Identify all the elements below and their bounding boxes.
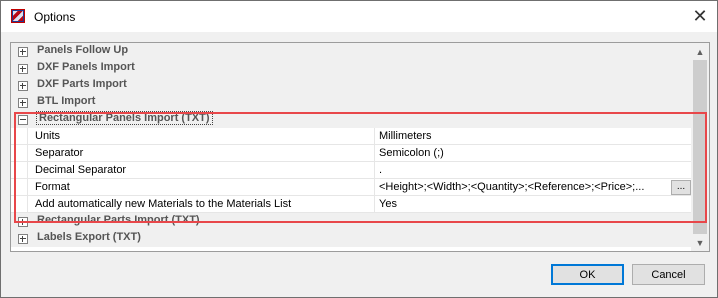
expand-icon[interactable] bbox=[18, 234, 28, 244]
grid-content: Panels Follow Up DXF Panels Import DXF P… bbox=[11, 43, 691, 251]
scrollbar-thumb[interactable] bbox=[693, 60, 707, 234]
property-name: Format bbox=[35, 181, 70, 193]
expand-icon[interactable] bbox=[18, 64, 28, 74]
expand-icon[interactable] bbox=[18, 81, 28, 91]
property-value[interactable]: Semicolon (;) bbox=[379, 147, 685, 159]
category-rectangular-parts-import[interactable]: Rectangular Parts Import (TXT) bbox=[11, 213, 691, 230]
category-dxf-panels-import[interactable]: DXF Panels Import bbox=[11, 60, 691, 77]
property-name: Add automatically new Materials to the M… bbox=[35, 198, 292, 210]
scroll-down-arrow-icon[interactable]: ▼ bbox=[691, 234, 709, 251]
category-btl-import[interactable]: BTL Import bbox=[11, 94, 691, 111]
category-label: Rectangular Parts Import (TXT) bbox=[37, 214, 200, 226]
close-icon[interactable]: ✕ bbox=[687, 5, 713, 27]
category-dxf-parts-import[interactable]: DXF Parts Import bbox=[11, 77, 691, 94]
row-gutter bbox=[27, 145, 28, 161]
vertical-scrollbar[interactable]: ▲ ▼ bbox=[691, 43, 709, 251]
category-label: DXF Panels Import bbox=[37, 61, 135, 73]
expand-icon[interactable] bbox=[18, 217, 28, 227]
property-value[interactable]: . bbox=[379, 164, 685, 176]
category-label: Panels Follow Up bbox=[37, 44, 129, 56]
window-title: Options bbox=[34, 10, 76, 24]
property-value[interactable]: <Height>;<Width>;<Quantity>;<Reference>;… bbox=[379, 181, 667, 193]
row-gutter bbox=[27, 179, 28, 195]
property-row-format[interactable]: Format <Height>;<Width>;<Quantity>;<Refe… bbox=[11, 179, 691, 196]
scroll-up-arrow-icon[interactable]: ▲ bbox=[691, 43, 709, 60]
ellipsis-button[interactable]: ... bbox=[671, 180, 691, 195]
property-row-units[interactable]: Units Millimeters bbox=[11, 128, 691, 145]
column-divider bbox=[374, 162, 375, 178]
row-gutter bbox=[27, 128, 28, 144]
column-divider bbox=[374, 196, 375, 212]
category-label: Rectangular Panels Import (TXT) bbox=[36, 111, 213, 125]
category-label: Labels Export (TXT) bbox=[37, 231, 141, 243]
row-gutter bbox=[27, 162, 28, 178]
title-bar: Options ✕ bbox=[1, 1, 717, 32]
column-divider bbox=[374, 179, 375, 195]
property-row-separator[interactable]: Separator Semicolon (;) bbox=[11, 145, 691, 162]
category-panels-follow-up[interactable]: Panels Follow Up bbox=[11, 43, 691, 60]
property-value[interactable]: Millimeters bbox=[379, 130, 685, 142]
app-logo-icon bbox=[11, 9, 25, 23]
category-label: BTL Import bbox=[37, 95, 96, 107]
property-grid: Panels Follow Up DXF Panels Import DXF P… bbox=[10, 42, 710, 252]
collapse-icon[interactable] bbox=[18, 115, 28, 125]
row-gutter bbox=[27, 196, 28, 212]
selected-category-label: Rectangular Panels Import (TXT) bbox=[36, 111, 213, 125]
property-row-decimal-separator[interactable]: Decimal Separator . bbox=[11, 162, 691, 179]
column-divider bbox=[374, 145, 375, 161]
ok-button[interactable]: OK bbox=[551, 264, 624, 285]
category-labels-export[interactable]: Labels Export (TXT) bbox=[11, 230, 691, 247]
category-label: DXF Parts Import bbox=[37, 78, 127, 90]
property-name: Decimal Separator bbox=[35, 164, 127, 176]
property-value[interactable]: Yes bbox=[379, 198, 685, 210]
category-rectangular-panels-import[interactable]: Rectangular Panels Import (TXT) bbox=[11, 111, 691, 128]
column-divider bbox=[374, 128, 375, 144]
expand-icon[interactable] bbox=[18, 47, 28, 57]
property-name: Separator bbox=[35, 147, 84, 159]
property-name: Units bbox=[35, 130, 61, 142]
expand-icon[interactable] bbox=[18, 98, 28, 108]
options-dialog: Options ✕ Panels Follow Up DXF Panels Im… bbox=[0, 0, 718, 298]
property-row-add-materials[interactable]: Add automatically new Materials to the M… bbox=[11, 196, 691, 213]
cancel-button[interactable]: Cancel bbox=[632, 264, 705, 285]
